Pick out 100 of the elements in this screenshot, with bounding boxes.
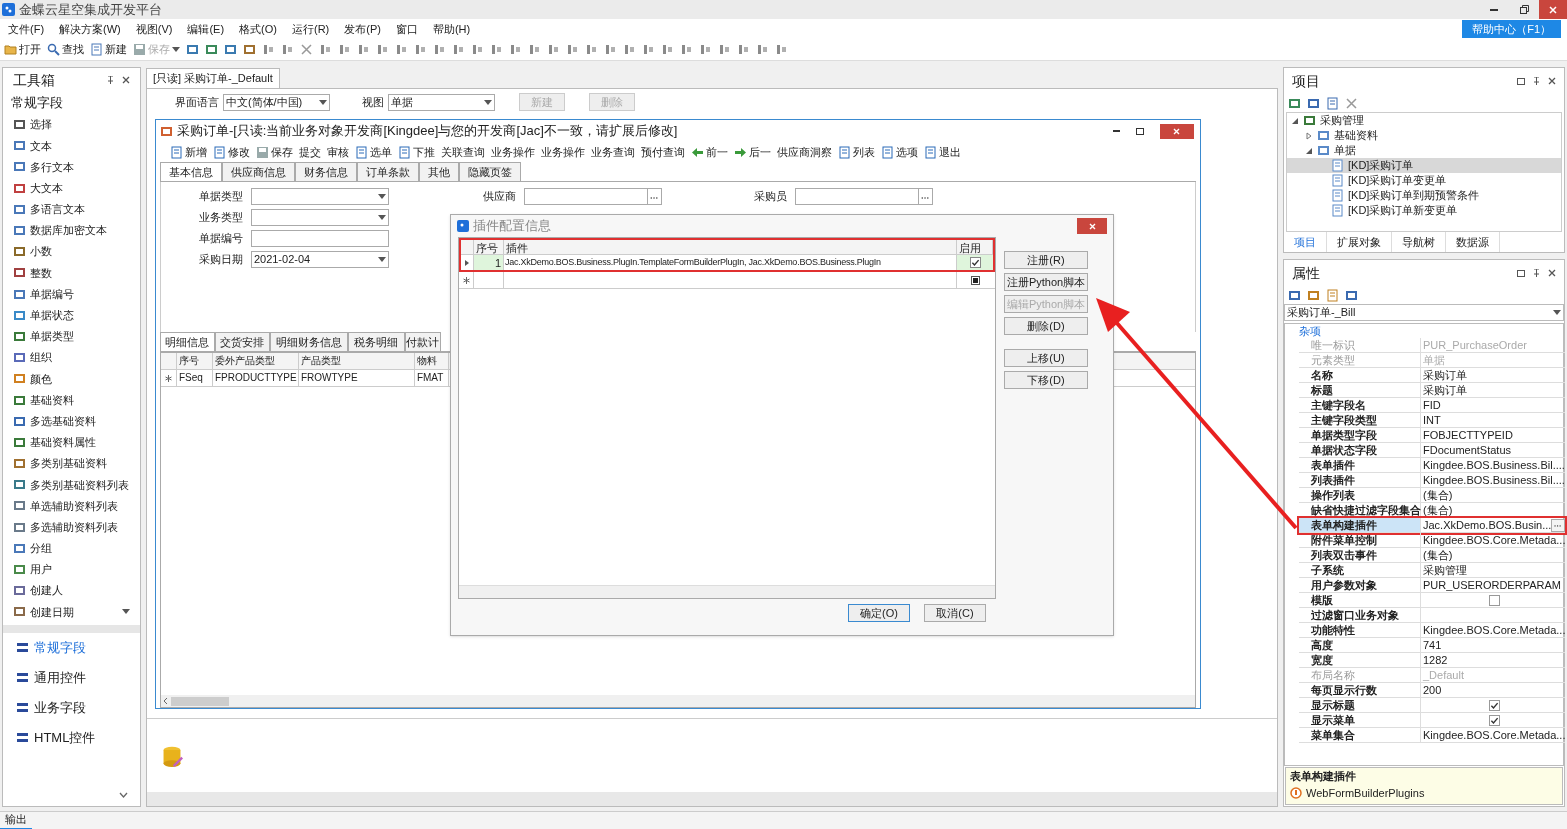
form-toolbar-button[interactable]: 修改 bbox=[212, 143, 250, 161]
form-toolbar-button[interactable]: 关联查询 bbox=[440, 143, 485, 161]
dialog-button[interactable]: 注册Python脚本 bbox=[1004, 273, 1088, 291]
toolbar-button[interactable]: 查找 bbox=[47, 41, 84, 58]
column-header[interactable]: 插件 bbox=[504, 240, 957, 254]
chevron-down-icon[interactable] bbox=[118, 792, 128, 798]
toolbox-item[interactable]: 单据状态 bbox=[3, 304, 140, 326]
close-icon[interactable] bbox=[1548, 269, 1556, 277]
pin-icon[interactable] bbox=[1533, 77, 1540, 85]
object-select[interactable]: 采购订单-_Bill bbox=[1284, 304, 1564, 321]
property-row[interactable]: 过滤窗口业务对象 bbox=[1299, 608, 1566, 623]
detail-tab[interactable]: 税务明细 bbox=[347, 332, 405, 351]
checkbox[interactable] bbox=[970, 275, 980, 285]
form-toolbar-button[interactable]: 业务查询 bbox=[590, 143, 635, 161]
input-field[interactable]: 2021-02-04 bbox=[250, 251, 389, 268]
tree-item[interactable]: 单据 bbox=[1287, 143, 1561, 158]
toolbox-item[interactable]: 小数 bbox=[3, 241, 140, 263]
panel-tab[interactable]: 数据源 bbox=[1446, 232, 1500, 252]
panel-tab[interactable]: 项目 bbox=[1284, 232, 1327, 252]
toolbox-item[interactable]: 创建日期 bbox=[3, 601, 140, 623]
toolbox-item[interactable]: 用户 bbox=[3, 558, 140, 581]
panel-tab[interactable]: 扩展对象 bbox=[1327, 232, 1392, 252]
property-row[interactable]: 子系统 采购管理 bbox=[1299, 563, 1566, 578]
toolbox-item[interactable]: 多行文本 bbox=[3, 156, 140, 178]
category-tab[interactable]: 通用控件 bbox=[3, 662, 140, 693]
close-button[interactable] bbox=[1077, 218, 1107, 234]
property-row[interactable]: 显示标题 bbox=[1299, 698, 1566, 713]
menu-item[interactable]: 帮助(H) bbox=[432, 20, 471, 38]
tree-item[interactable]: 基础资料 bbox=[1287, 128, 1561, 143]
output-tab[interactable]: 输出 bbox=[0, 811, 32, 829]
menu-item[interactable]: 视图(V) bbox=[135, 20, 173, 38]
toolbox-item[interactable]: 多语言文本 bbox=[3, 198, 140, 220]
form-toolbar-button[interactable]: 保存 bbox=[255, 143, 293, 161]
property-row[interactable]: 主键字段类型 INT bbox=[1299, 413, 1566, 428]
close-button[interactable] bbox=[1539, 0, 1567, 19]
form-tab[interactable]: 财务信息 bbox=[294, 162, 357, 181]
form-toolbar-button[interactable]: 下推 bbox=[397, 143, 435, 161]
form-tab[interactable]: 供应商信息 bbox=[221, 162, 295, 181]
tree-item[interactable]: 采购管理 bbox=[1287, 113, 1561, 128]
form-toolbar-button[interactable]: 提交 bbox=[298, 143, 321, 161]
form-toolbar-button[interactable]: 预付查询 bbox=[640, 143, 685, 161]
toolbox-item[interactable]: 单据类型 bbox=[3, 325, 140, 348]
toolbox-item[interactable]: 颜色 bbox=[3, 368, 140, 390]
menu-item[interactable]: 格式(O) bbox=[239, 20, 277, 38]
form-toolbar-button[interactable]: 退出 bbox=[923, 143, 961, 161]
property-row[interactable]: 用户参数对象 PUR_USERORDERPARAM bbox=[1299, 578, 1566, 593]
category-header[interactable]: 杂项 bbox=[1285, 324, 1566, 338]
toolbox-item[interactable]: 大文本 bbox=[3, 177, 140, 199]
menu-item[interactable]: 运行(R) bbox=[292, 20, 330, 38]
toolbox-item[interactable]: 基础资料属性 bbox=[3, 431, 140, 453]
maximize-icon[interactable] bbox=[1135, 127, 1144, 135]
form-tab[interactable]: 隐藏页签 bbox=[458, 162, 521, 181]
property-row[interactable]: 单据类型字段 FOBJECTTYPEID bbox=[1299, 428, 1566, 443]
form-tab[interactable]: 订单条款 bbox=[356, 162, 419, 181]
input-field[interactable] bbox=[250, 209, 389, 226]
splitter-handle[interactable] bbox=[3, 624, 140, 633]
property-row[interactable]: 操作列表 (集合) bbox=[1299, 488, 1566, 503]
toolbox-item[interactable]: 多选基础资料 bbox=[3, 410, 140, 432]
tree-item[interactable]: [KD]采购订单变更单 bbox=[1287, 173, 1561, 188]
minimize-icon[interactable] bbox=[1112, 130, 1120, 132]
plugin-row[interactable]: 1 Jac.XkDemo.BOS.Business.PlugIn.TemplateFormBuilderPlugIn, Jac.XkDemo.BOS.Business.PlugIn bbox=[461, 255, 993, 270]
property-row[interactable]: 菜单集合 Kingdee.BOS.Core.Metada... bbox=[1299, 728, 1566, 743]
form-toolbar-button[interactable]: 选项 bbox=[880, 143, 918, 161]
dialog-button[interactable]: 删除(D) bbox=[1004, 317, 1088, 335]
dialog-button[interactable]: 注册(R) bbox=[1004, 251, 1088, 269]
form-toolbar-button[interactable]: 业务操作 bbox=[540, 143, 585, 161]
form-toolbar-button[interactable]: 选单 bbox=[354, 143, 392, 161]
pin-icon[interactable] bbox=[1533, 269, 1540, 277]
lookup-field[interactable] bbox=[523, 188, 662, 205]
menu-item[interactable]: 解决方案(W) bbox=[59, 20, 121, 38]
toolbox-item[interactable]: 整数 bbox=[3, 262, 140, 284]
checkbox[interactable] bbox=[969, 257, 981, 268]
help-button[interactable]: 帮助中心（F1） bbox=[1462, 20, 1561, 38]
input-field[interactable] bbox=[250, 188, 389, 205]
form-toolbar-button[interactable]: 业务操作 bbox=[490, 143, 535, 161]
property-row[interactable]: 列表插件 Kingdee.BOS.Business.Bil.... bbox=[1299, 473, 1566, 488]
menu-item[interactable]: 发布(P) bbox=[344, 20, 381, 38]
property-row[interactable]: 表单构建插件 Jac.XkDemo.BOS.Busin... bbox=[1299, 518, 1566, 533]
toolbox-item[interactable]: 分组 bbox=[3, 537, 140, 559]
form-toolbar-button[interactable]: 新增 bbox=[169, 143, 207, 161]
maximize-icon[interactable] bbox=[1517, 77, 1525, 85]
form-tab[interactable]: 基本信息 bbox=[159, 162, 222, 181]
close-button[interactable] bbox=[1159, 123, 1194, 139]
horizontal-scrollbar[interactable] bbox=[146, 792, 1277, 806]
property-row[interactable]: 表单插件 Kingdee.BOS.Business.Bil.... bbox=[1299, 458, 1566, 473]
column-header[interactable]: 启用 bbox=[957, 240, 993, 254]
form-toolbar-button[interactable]: 前一 bbox=[690, 143, 728, 161]
toolbox-item[interactable]: 多类别基础资料 bbox=[3, 453, 140, 475]
horizontal-scrollbar[interactable] bbox=[160, 695, 1195, 707]
form-toolbar-button[interactable]: 审核 bbox=[326, 143, 349, 161]
checkbox[interactable] bbox=[1488, 699, 1500, 711]
category-tab[interactable]: 常规字段 bbox=[3, 632, 140, 663]
property-row[interactable]: 标题 采购订单 bbox=[1299, 383, 1566, 398]
menu-item[interactable]: 窗口 bbox=[395, 20, 418, 38]
view-select[interactable]: 单据 bbox=[387, 93, 495, 111]
form-tab[interactable]: 其他 bbox=[418, 162, 459, 181]
property-row[interactable]: 主键字段名 FID bbox=[1299, 398, 1566, 413]
language-select[interactable]: 中文(简体/中国) bbox=[222, 93, 330, 111]
property-row[interactable]: 显示菜单 bbox=[1299, 713, 1566, 728]
maximize-icon[interactable] bbox=[1517, 269, 1525, 277]
